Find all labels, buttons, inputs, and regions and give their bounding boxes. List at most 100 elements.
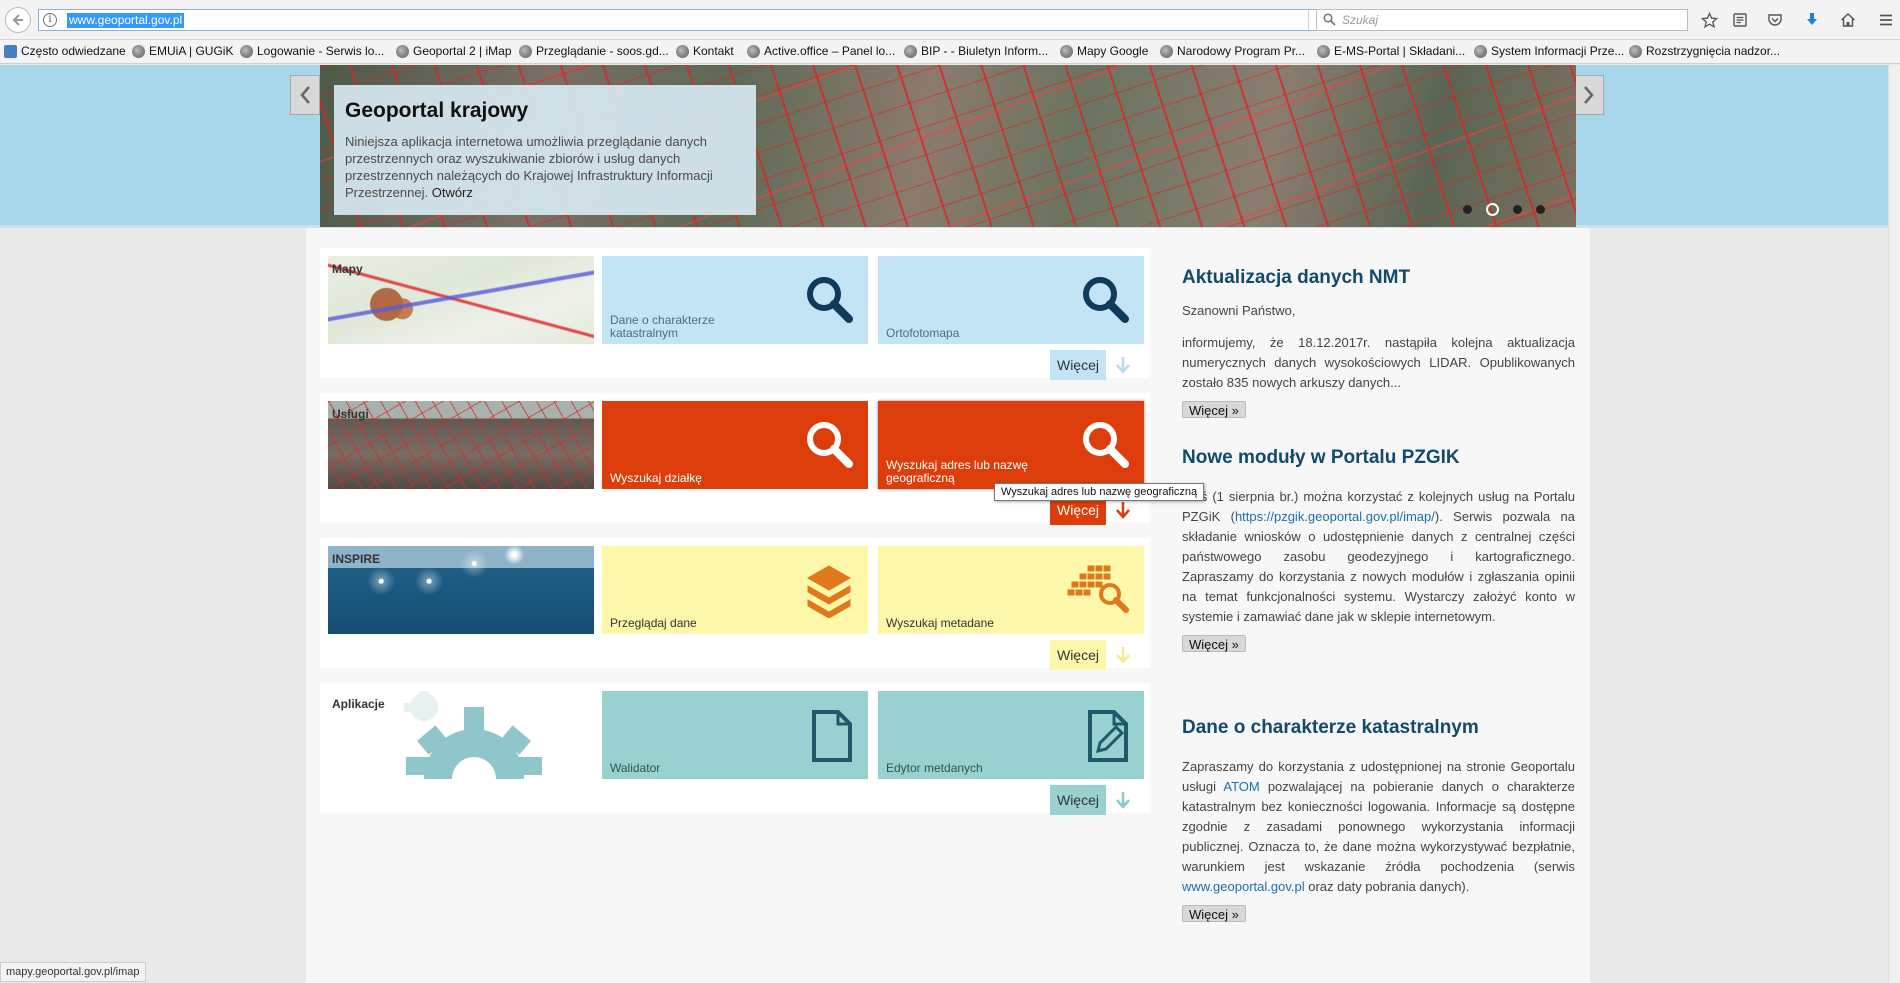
tile-walidator[interactable]: Walidator — [602, 691, 868, 779]
page: Geoportal krajowy Niniejsza aplikacja in… — [0, 65, 1900, 983]
hero-description: Niniejsza aplikacja internetowa umożliwi… — [345, 134, 713, 200]
news-title[interactable]: Aktualizacja danych NMT — [1182, 267, 1575, 289]
bookmark-label: Rozstrzygnięcia nadzor... — [1646, 44, 1781, 58]
news-more-button[interactable]: Więcej » — [1182, 635, 1246, 652]
tile-wyszukaj-metadane[interactable]: Wyszukaj metadane — [878, 546, 1144, 634]
thumbnail-label: Usługi — [332, 407, 369, 421]
bookmark-label: Narodowy Program Pr... — [1177, 44, 1306, 58]
tile-label: Wyszukaj działkę — [610, 471, 702, 485]
mapy-thumbnail[interactable]: Mapy — [328, 256, 594, 344]
thumbnail-label: INSPIRE — [332, 552, 381, 566]
bookmark-label: Mapy Google — [1077, 44, 1149, 58]
bookmark-label: Kontakt — [693, 44, 734, 58]
more-button[interactable]: Więcej — [1050, 640, 1106, 670]
hero-title: Geoportal krajowy — [345, 99, 529, 122]
news-item-nmt: Aktualizacja danych NMT Szanowni Państwo… — [1182, 267, 1575, 418]
back-arrow-icon — [12, 14, 23, 26]
more-mapy: Więcej — [1050, 350, 1140, 380]
thumbnail-label: Aplikacje — [332, 697, 385, 711]
uslugi-thumbnail[interactable]: Usługi — [328, 401, 594, 489]
metadata-search-svg — [1067, 565, 1129, 613]
bookmark-item[interactable]: Narodowy Program Pr... — [1160, 44, 1305, 58]
news-more-button[interactable]: Więcej » — [1182, 905, 1246, 922]
tile-dane-katastralne[interactable]: Dane o charakterze katastralnym — [602, 256, 868, 344]
bookmark-item[interactable]: Logowanie - Serwis lo... — [240, 44, 384, 58]
vertical-scrollbar[interactable] — [1888, 65, 1900, 983]
tile-label: Wyszukaj adres lub nazwę geograficzną — [886, 458, 1028, 485]
slider-dots — [1463, 203, 1545, 216]
reading-list-icon[interactable] — [1731, 11, 1749, 29]
news-greeting: Szanowni Państwo, — [1182, 303, 1296, 318]
bookmark-item[interactable]: Active.office – Panel lo... — [747, 44, 895, 58]
pocket-icon[interactable] — [1766, 11, 1784, 29]
aplikacje-thumbnail[interactable]: Aplikacje — [328, 691, 594, 779]
news-title[interactable]: Dane o charakterze katastralnym — [1182, 717, 1575, 739]
bookmark-label: BIP - - Biuletyn Inform... — [921, 44, 1049, 58]
tile-wyszukaj-dzialke[interactable]: Wyszukaj działkę — [602, 401, 868, 489]
hero-caption: Geoportal krajowy Niniejsza aplikacja in… — [334, 85, 756, 215]
edit-document-icon — [1086, 709, 1130, 766]
news-body: informujemy, że 18.12.2017r. nastąpiła k… — [1182, 335, 1575, 390]
globe-icon — [519, 44, 532, 58]
more-button[interactable]: Więcej — [1050, 785, 1106, 815]
news-title[interactable]: Nowe moduły w Portalu PZGIK — [1182, 447, 1575, 469]
more-button[interactable]: Więcej — [1050, 350, 1106, 380]
thumbnail-label: Mapy — [332, 262, 363, 276]
back-button[interactable] — [5, 7, 31, 33]
pzgik-link[interactable]: https://pzgik.geoportal.gov.pl/imap/ — [1235, 509, 1435, 524]
globe-icon — [1629, 44, 1642, 58]
chevron-right-icon — [1584, 86, 1594, 104]
tile-edytor-metadanych[interactable]: Edytor metdanych — [878, 691, 1144, 779]
menu-icon[interactable] — [1877, 11, 1895, 29]
site-info-icon[interactable]: i — [43, 13, 57, 27]
slider-dot[interactable] — [1513, 205, 1522, 214]
bookmark-item[interactable]: Często odwiedzane — [4, 44, 126, 58]
bookmark-item[interactable]: EMUiA | GUGiK — [132, 44, 233, 58]
inspire-thumbnail[interactable]: INSPIRE — [328, 546, 594, 634]
slider-dot-active[interactable] — [1486, 203, 1499, 216]
search-placeholder: Szukaj — [1342, 13, 1379, 27]
hero-open-link[interactable]: Otwórz — [432, 185, 473, 200]
slider-next-button[interactable] — [1574, 75, 1604, 115]
home-icon[interactable] — [1839, 11, 1857, 29]
magnifier-icon — [1080, 419, 1130, 472]
url-text[interactable]: www.geoportal.gov.pl — [67, 13, 185, 28]
tile-label: Dane o charakterze katastralnym — [610, 313, 715, 340]
gear-icon — [404, 691, 542, 779]
bookmark-item[interactable]: E-MS-Portal | Składani... — [1317, 44, 1465, 58]
downloads-icon[interactable] — [1803, 11, 1821, 29]
tile-ortofotomapa[interactable]: Ortofotomapa — [878, 256, 1144, 344]
bookmark-item[interactable]: Rozstrzygnięcia nadzor... — [1629, 44, 1780, 58]
search-bar[interactable]: Szukaj — [1316, 9, 1688, 31]
slider-dot[interactable] — [1536, 205, 1545, 214]
bookmark-label: System Informacji Prze... — [1491, 44, 1625, 58]
tile-label: Walidator — [610, 761, 661, 775]
bookmark-item[interactable]: Geoportal 2 | iMap — [396, 44, 512, 58]
bookmark-item[interactable]: Mapy Google — [1060, 44, 1148, 58]
tile-label: Przeglądaj dane — [610, 616, 697, 630]
most-visited-icon — [4, 44, 17, 58]
more-aplikacje: Więcej — [1050, 785, 1140, 815]
hero-slide-image[interactable]: Geoportal krajowy Niniejsza aplikacja in… — [320, 65, 1576, 227]
geoportal-link[interactable]: www.geoportal.gov.pl — [1182, 879, 1305, 894]
urlbar-separator — [1308, 10, 1309, 30]
layers-svg — [806, 565, 852, 619]
arrow-down-icon[interactable] — [1106, 350, 1140, 380]
atom-link[interactable]: ATOM — [1223, 779, 1259, 794]
bookmark-item[interactable]: Przeglądanie - soos.gd... — [519, 44, 669, 58]
slider-prev-button[interactable] — [290, 75, 320, 115]
bookmarks-toolbar: Często odwiedzane EMUiA | GUGiK Logowani… — [0, 40, 1900, 64]
tile-przegladaj-dane[interactable]: Przeglądaj dane — [602, 546, 868, 634]
url-bar[interactable]: i www.geoportal.gov.pl — [38, 9, 1342, 31]
tile-label: Wyszukaj metadane — [886, 616, 994, 630]
arrow-down-icon[interactable] — [1106, 785, 1140, 815]
bookmark-item[interactable]: Kontakt — [676, 44, 734, 58]
news-more-button[interactable]: Więcej » — [1182, 401, 1246, 418]
bookmark-item[interactable]: System Informacji Prze... — [1474, 44, 1624, 58]
tile-label: Ortofotomapa — [886, 326, 960, 340]
tile-wyszukaj-adres[interactable]: Wyszukaj adres lub nazwę geograficzną — [878, 401, 1144, 489]
bookmark-item[interactable]: BIP - - Biuletyn Inform... — [904, 44, 1048, 58]
slider-dot[interactable] — [1463, 205, 1472, 214]
arrow-down-icon[interactable] — [1106, 640, 1140, 670]
bookmark-star-icon[interactable] — [1700, 11, 1718, 29]
